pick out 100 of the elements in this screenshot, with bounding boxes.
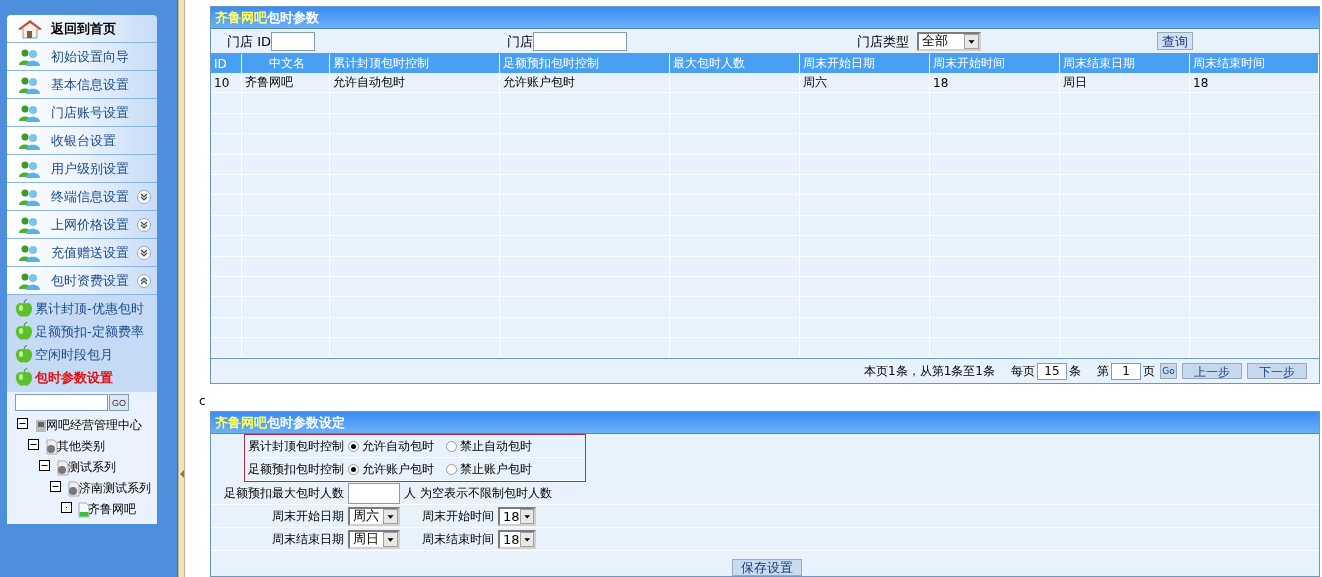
tree-node-label[interactable]: 齐鲁网吧 (88, 501, 136, 518)
people-icon (17, 103, 43, 122)
column-header: 累计封顶包时控制 (330, 54, 500, 73)
menu-item[interactable]: 基本信息设置 (7, 71, 157, 99)
column-header: 周末开始时间 (930, 54, 1060, 73)
filter-field[interactable] (271, 31, 315, 51)
previous-button[interactable]: 上一步 (1182, 363, 1242, 380)
field-label: 周末结束日期 (271, 530, 344, 548)
table-cell: 10 (211, 73, 242, 93)
column-header: 中文名 (242, 54, 330, 73)
collapse-toggle-icon[interactable] (50, 481, 61, 492)
menu-item[interactable]: 用户级别设置 (7, 155, 157, 183)
menu-item[interactable]: 终端信息设置 (7, 183, 157, 211)
page-summary: 本页1条，从第1条至1条 (864, 362, 995, 380)
table-cell: 齐鲁网吧 (242, 73, 330, 93)
radio-button[interactable] (348, 440, 359, 452)
document-icon (67, 481, 81, 497)
column-header: 最大包时人数 (670, 54, 800, 73)
column-header: 周末结束时间 (1190, 54, 1319, 73)
tree-node-label[interactable]: 测试系列 (68, 459, 116, 476)
save-button[interactable]: 保存设置 (732, 559, 802, 576)
menu-item[interactable]: 初始设置向导 (7, 43, 157, 71)
collapse-toggle-icon[interactable] (28, 439, 39, 450)
radio-option[interactable]: 禁止账户包时 (446, 460, 532, 478)
leaf-toggle-icon[interactable] (61, 502, 72, 513)
dropdown[interactable]: 18 (498, 506, 536, 526)
field-label: 足额预扣最大包时人数 (223, 484, 344, 502)
radio-button[interactable] (446, 463, 457, 475)
apple-icon (15, 345, 33, 364)
tree-node-label[interactable]: 网吧经营管理中心 (46, 417, 142, 434)
menu-item[interactable]: 充值赠送设置 (7, 239, 157, 267)
submenu-item[interactable]: 足额预扣-定额费率 (15, 320, 157, 343)
expand-icon[interactable] (137, 217, 151, 232)
menu-item[interactable]: 返回到首页 (7, 15, 157, 43)
column-header: 足额预扣包时控制 (500, 54, 670, 73)
per-page-label: 每页 (1011, 362, 1035, 380)
page-label: 第 (1097, 362, 1109, 380)
go-button[interactable]: GO (109, 394, 129, 411)
filter-label: 门店 (507, 32, 533, 51)
submenu-item[interactable]: 空闲时段包月 (15, 343, 157, 366)
dropdown[interactable]: 18 (498, 529, 536, 549)
table-cell: 允许自动包时 (330, 73, 500, 93)
go-button[interactable]: Go (1160, 363, 1177, 380)
collapse-toggle-icon[interactable] (39, 460, 50, 471)
tree-node-label[interactable]: 其他类别 (57, 438, 105, 455)
people-icon (17, 131, 43, 150)
house-icon (17, 18, 43, 39)
document-icon (45, 439, 59, 455)
menu-item[interactable]: 上网价格设置 (7, 211, 157, 239)
field-label: 周末开始时间 (421, 507, 494, 525)
menu-item[interactable]: 收银台设置 (7, 127, 157, 155)
apple-icon (15, 368, 33, 387)
radio-option[interactable]: 允许自动包时 (348, 437, 434, 455)
expand-icon[interactable] (137, 189, 151, 204)
column-header: 周末结束日期 (1060, 54, 1190, 73)
search-field[interactable] (15, 394, 108, 411)
hint-text: 为空表示不限制包时人数 (420, 484, 552, 502)
people-icon (17, 243, 43, 262)
next-button[interactable]: 下一步 (1247, 363, 1307, 380)
apple-icon (15, 299, 33, 318)
table-cell: 18 (1190, 73, 1319, 93)
max-users-field[interactable] (348, 482, 400, 504)
expand-icon[interactable] (137, 245, 151, 260)
collapse-toggle-icon[interactable] (17, 418, 28, 429)
per-page-field[interactable]: 15 (1037, 362, 1067, 380)
panel-title: 齐鲁网吧包时参数 (211, 7, 1319, 29)
radio-option[interactable]: 禁止自动包时 (446, 437, 532, 455)
field-label: 周末结束时间 (421, 530, 494, 548)
table-cell: 18 (930, 73, 1060, 93)
people-icon (17, 187, 43, 206)
radio-option[interactable]: 允许账户包时 (348, 460, 434, 478)
dropdown[interactable]: 周六 (348, 506, 400, 526)
store-type-select[interactable]: 全部 (917, 31, 981, 51)
people-icon (17, 271, 43, 290)
menu-item[interactable]: 包时资费设置 (7, 267, 157, 295)
stray-text: c (199, 394, 206, 408)
table-cell: 周日 (1060, 73, 1190, 93)
unit-label: 人 (404, 484, 416, 502)
radio-button[interactable] (348, 463, 359, 475)
table-cell: 周六 (800, 73, 930, 93)
dropdown[interactable]: 周日 (348, 529, 400, 549)
field-label: 足额预扣包时控制 (247, 460, 344, 478)
radio-button[interactable] (446, 440, 457, 452)
submenu-item[interactable]: 累计封顶-优惠包时 (15, 297, 157, 320)
column-header: ID (211, 54, 242, 73)
people-icon (17, 47, 43, 66)
table-cell: 允许账户包时 (500, 73, 670, 93)
tree-node-label[interactable]: 济南测试系列 (79, 480, 151, 497)
per-page-unit: 条 (1069, 362, 1081, 380)
people-icon (17, 159, 43, 178)
collapse-icon[interactable] (137, 273, 151, 288)
filter-field[interactable] (533, 31, 627, 51)
field-label: 周末开始日期 (271, 507, 344, 525)
people-icon (17, 215, 43, 234)
query-button[interactable]: 查询 (1157, 32, 1193, 50)
apple-icon (15, 322, 33, 341)
menu-item[interactable]: 门店账号设置 (7, 99, 157, 127)
filter-label: 门店 ID (227, 32, 271, 51)
people-icon (17, 75, 43, 94)
page-field[interactable]: 1 (1111, 362, 1141, 380)
